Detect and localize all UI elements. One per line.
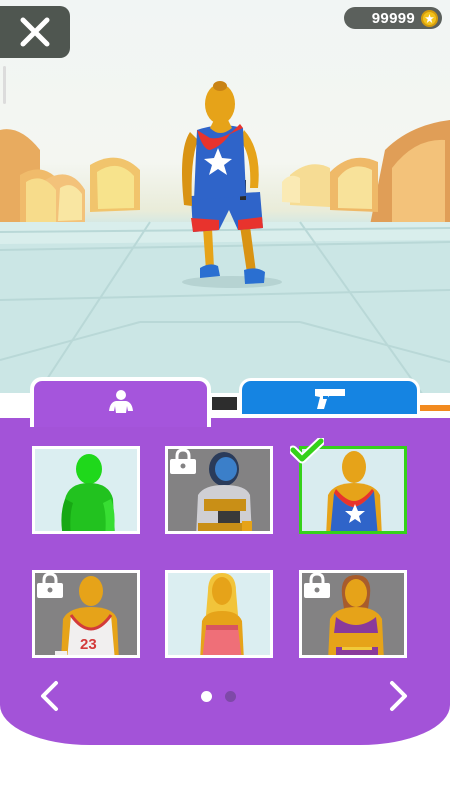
tab-accent (420, 405, 450, 411)
game-scene: 99999 (0, 0, 450, 405)
skin-card-green-suit[interactable] (32, 446, 140, 534)
coin-balance: 99999 (344, 7, 442, 29)
selected-check-icon (290, 438, 324, 464)
pink-dress-figure (200, 573, 244, 655)
green-suit-figure (61, 454, 115, 531)
tab-outfits[interactable] (30, 377, 211, 427)
coin-count: 99999 (371, 9, 415, 27)
lock-icon (170, 449, 196, 474)
scene-background (0, 81, 450, 405)
previous-page-button[interactable] (34, 676, 64, 716)
person-icon (108, 390, 133, 413)
page-dot-1[interactable] (201, 691, 212, 702)
pistol-icon (314, 388, 345, 409)
chevron-left-icon (41, 681, 58, 711)
tab-divider (212, 397, 237, 410)
skin-card-astronaut[interactable] (165, 446, 273, 534)
tab-weapons[interactable] (239, 378, 420, 414)
skin-card-pink-dress[interactable] (165, 570, 273, 658)
coin-icon (421, 9, 438, 27)
skin-card-purple-crop-top[interactable] (299, 570, 407, 658)
scroll-indicator (3, 66, 6, 104)
chevron-right-icon (390, 681, 407, 711)
page-dot-2[interactable] (225, 691, 236, 702)
page-indicator (201, 691, 236, 702)
close-x-icon (20, 17, 50, 47)
bottom-area (0, 745, 450, 800)
skin-card-jersey-23[interactable]: 23 (32, 570, 140, 658)
close-button[interactable] (0, 6, 70, 58)
jersey-number: 23 (80, 636, 97, 653)
lock-icon (37, 573, 63, 598)
lock-icon (304, 573, 330, 598)
next-page-button[interactable] (384, 676, 414, 716)
